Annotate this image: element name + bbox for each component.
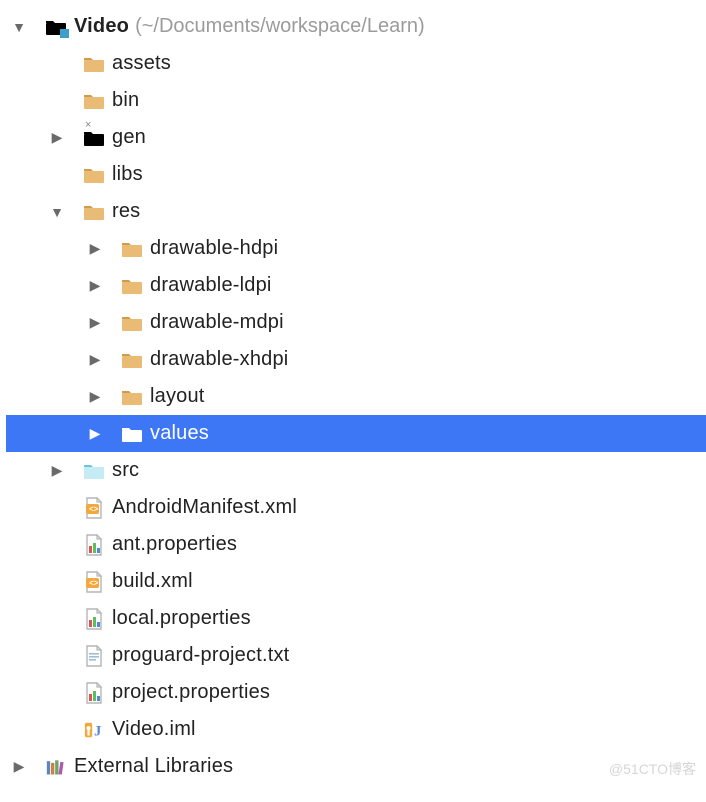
tree-item-label: build.xml (112, 570, 193, 593)
tree-row[interactable]: assets (6, 45, 706, 82)
folder-tan-icon (120, 238, 144, 260)
libraries-icon (44, 756, 68, 778)
disclosure-down-icon[interactable]: ▼ (10, 19, 28, 35)
disclosure-right-icon[interactable]: ▶ (86, 314, 104, 331)
tree-item-label: proguard-project.txt (112, 644, 289, 667)
tree-item-label: gen (112, 126, 146, 149)
tree-row[interactable]: <> AndroidManifest.xml (6, 489, 706, 526)
project-tree: ▼ Video (~/Documents/workspace/Learn) ass… (6, 8, 706, 785)
tree-row[interactable]: ▶ drawable-mdpi (6, 304, 706, 341)
tree-item-label: project.properties (112, 681, 270, 704)
folder-tan-icon (120, 386, 144, 408)
tree-row[interactable]: ▼ Video (~/Documents/workspace/Learn) (6, 8, 706, 45)
disclosure-right-icon[interactable]: ▶ (48, 129, 66, 146)
tree-row[interactable]: ▶ src (6, 452, 706, 489)
tree-item-label: bin (112, 89, 139, 112)
file-xml-icon: <> (82, 571, 106, 593)
disclosure-right-icon[interactable]: ▶ (86, 388, 104, 405)
tree-row[interactable]: ▶ layout (6, 378, 706, 415)
tree-item-label: drawable-hdpi (150, 237, 278, 260)
tree-row[interactable]: ▶ drawable-xhdpi (6, 341, 706, 378)
tree-item-label: ant.properties (112, 533, 237, 556)
tree-item-label: External Libraries (74, 755, 233, 778)
folder-tan-icon (82, 53, 106, 75)
tree-item-label: drawable-ldpi (150, 274, 272, 297)
disclosure-right-icon[interactable]: ▶ (86, 277, 104, 294)
svg-text:<>: <> (89, 504, 99, 513)
svg-text:<>: <> (89, 578, 99, 587)
tree-item-label: Video (74, 15, 129, 38)
disclosure-right-icon[interactable]: ▶ (86, 240, 104, 257)
tree-item-label: res (112, 200, 140, 223)
tree-item-label: layout (150, 385, 205, 408)
tree-item-label: values (150, 422, 209, 445)
disclosure-down-icon[interactable]: ▼ (48, 204, 66, 220)
disclosure-right-icon[interactable]: ▶ (86, 351, 104, 368)
folder-cyan-x-icon: × (82, 127, 106, 149)
folder-tan-icon (120, 275, 144, 297)
tree-row[interactable]: project.properties (6, 674, 706, 711)
tree-row[interactable]: J Video.iml (6, 711, 706, 748)
file-iml-icon: J (82, 719, 106, 741)
tree-row[interactable]: libs (6, 156, 706, 193)
tree-item-label: AndroidManifest.xml (112, 496, 297, 519)
tree-item-label: drawable-xhdpi (150, 348, 288, 371)
file-txt-icon (82, 645, 106, 667)
tree-item-label: libs (112, 163, 143, 186)
tree-row[interactable]: ▶ drawable-hdpi (6, 230, 706, 267)
folder-tan-icon (82, 201, 106, 223)
tree-item-label: drawable-mdpi (150, 311, 284, 334)
tree-row[interactable]: local.properties (6, 600, 706, 637)
tree-item-path: (~/Documents/workspace/Learn) (135, 15, 425, 38)
tree-item-label: src (112, 459, 139, 482)
tree-row[interactable]: proguard-project.txt (6, 637, 706, 674)
disclosure-right-icon[interactable]: ▶ (48, 462, 66, 479)
file-props-icon (82, 534, 106, 556)
folder-tan-icon (82, 164, 106, 186)
file-props-icon (82, 682, 106, 704)
tree-row[interactable]: ▶ External Libraries (6, 748, 706, 785)
folder-tan-icon (120, 349, 144, 371)
file-xml-icon: <> (82, 497, 106, 519)
tree-item-label: Video.iml (112, 718, 196, 741)
tree-row[interactable]: ▶ values (6, 415, 706, 452)
tree-item-label: local.properties (112, 607, 251, 630)
file-props-icon (82, 608, 106, 630)
tree-item-label: assets (112, 52, 171, 75)
disclosure-right-icon[interactable]: ▶ (10, 758, 28, 775)
folder-white-icon (120, 423, 144, 445)
tree-row[interactable]: ▶ × gen (6, 119, 706, 156)
folder-tan-badge-icon (44, 16, 68, 38)
tree-row[interactable]: ▶ drawable-ldpi (6, 267, 706, 304)
folder-cyan-icon (82, 460, 106, 482)
tree-row[interactable]: <> build.xml (6, 563, 706, 600)
tree-row[interactable]: bin (6, 82, 706, 119)
svg-text:J: J (94, 723, 101, 739)
tree-row[interactable]: ant.properties (6, 526, 706, 563)
folder-tan-icon (120, 312, 144, 334)
disclosure-right-icon[interactable]: ▶ (86, 425, 104, 442)
tree-row[interactable]: ▼ res (6, 193, 706, 230)
folder-tan-icon (82, 90, 106, 112)
